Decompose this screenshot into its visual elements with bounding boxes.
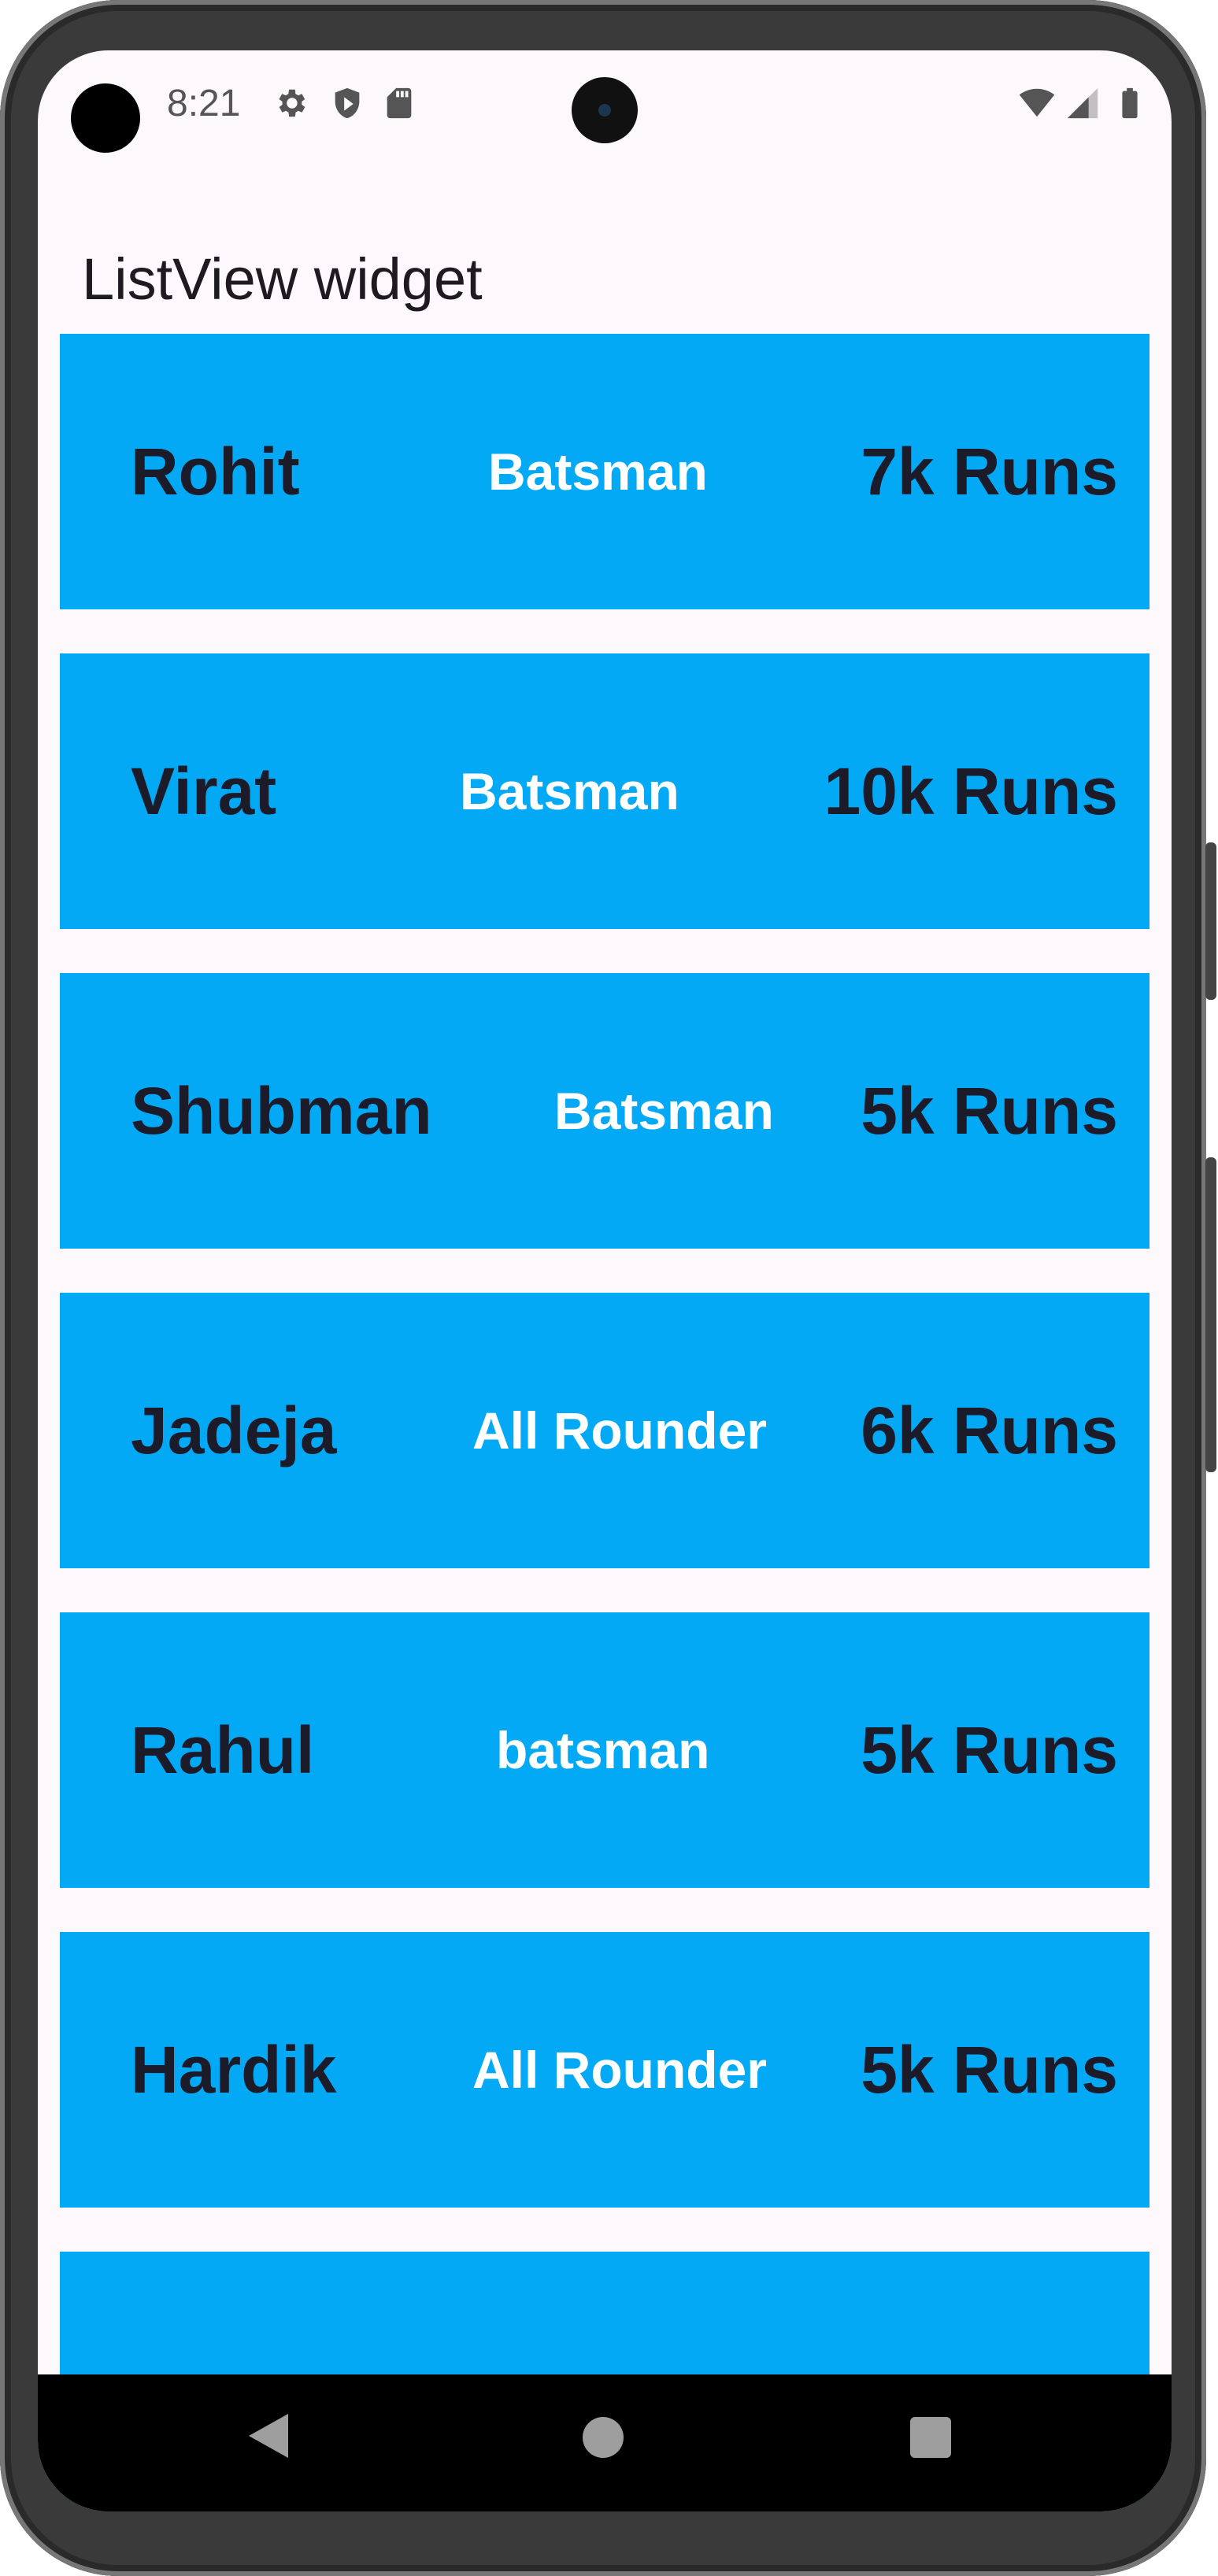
- player-runs: 5k Runs: [861, 2033, 1118, 2107]
- player-runs: 5k Runs: [861, 1713, 1118, 1787]
- player-name: Jadeja: [131, 1393, 337, 1468]
- status-time: 8:21: [167, 83, 241, 124]
- settings-icon: [279, 89, 305, 117]
- player-role: All Rounder: [472, 1401, 767, 1460]
- navigation-bar: [38, 2374, 1172, 2511]
- signal-icon: [1067, 87, 1098, 119]
- status-bar: 8:21: [38, 50, 1172, 168]
- shield-play-icon: [335, 87, 360, 119]
- list-item[interactable]: Virat Batsman 10k Runs: [60, 653, 1150, 929]
- player-runs: 6k Runs: [861, 1393, 1118, 1468]
- player-runs: 10k Runs: [824, 754, 1119, 828]
- back-icon[interactable]: [249, 2414, 288, 2458]
- screen: 8:21 ListView widget Rohit Batsman 7k Ru…: [38, 50, 1172, 2511]
- front-camera: [572, 77, 638, 143]
- player-runs: 7k Runs: [861, 435, 1118, 509]
- player-name: Rahul: [131, 1713, 315, 1787]
- list-item[interactable]: Shubman Batsman 5k Runs: [60, 973, 1150, 1249]
- player-name: Rohit: [131, 435, 300, 509]
- volume-button: [1205, 1157, 1216, 1472]
- player-role: batsman: [496, 1721, 710, 1779]
- player-role: All Rounder: [472, 2041, 767, 2099]
- list-item[interactable]: Hardik All Rounder 5k Runs: [60, 1932, 1150, 2208]
- list-item[interactable]: Rahul batsman 5k Runs: [60, 1612, 1150, 1888]
- camera-cutout: [71, 83, 140, 153]
- app-bar: ListView widget: [38, 168, 1172, 334]
- recents-icon[interactable]: [910, 2417, 951, 2458]
- player-role: Batsman: [488, 442, 708, 501]
- player-name: Shubman: [131, 1074, 432, 1148]
- player-role: Batsman: [460, 762, 679, 820]
- list-item[interactable]: Jadeja All Rounder 6k Runs: [60, 1293, 1150, 1568]
- power-button: [1205, 842, 1216, 1000]
- player-runs: 5k Runs: [861, 1074, 1118, 1148]
- list-item[interactable]: Rohit Batsman 7k Runs: [60, 334, 1150, 609]
- sd-card-icon: [387, 87, 412, 119]
- player-role: Batsman: [554, 1082, 774, 1140]
- player-name: Virat: [131, 754, 277, 828]
- phone-frame: 8:21 ListView widget Rohit Batsman 7k Ru…: [0, 0, 1218, 2576]
- home-icon[interactable]: [583, 2417, 624, 2458]
- battery-icon: [1122, 87, 1138, 119]
- app-title: ListView widget: [82, 246, 483, 312]
- wifi-icon: [1019, 88, 1055, 117]
- player-name: Hardik: [131, 2033, 337, 2107]
